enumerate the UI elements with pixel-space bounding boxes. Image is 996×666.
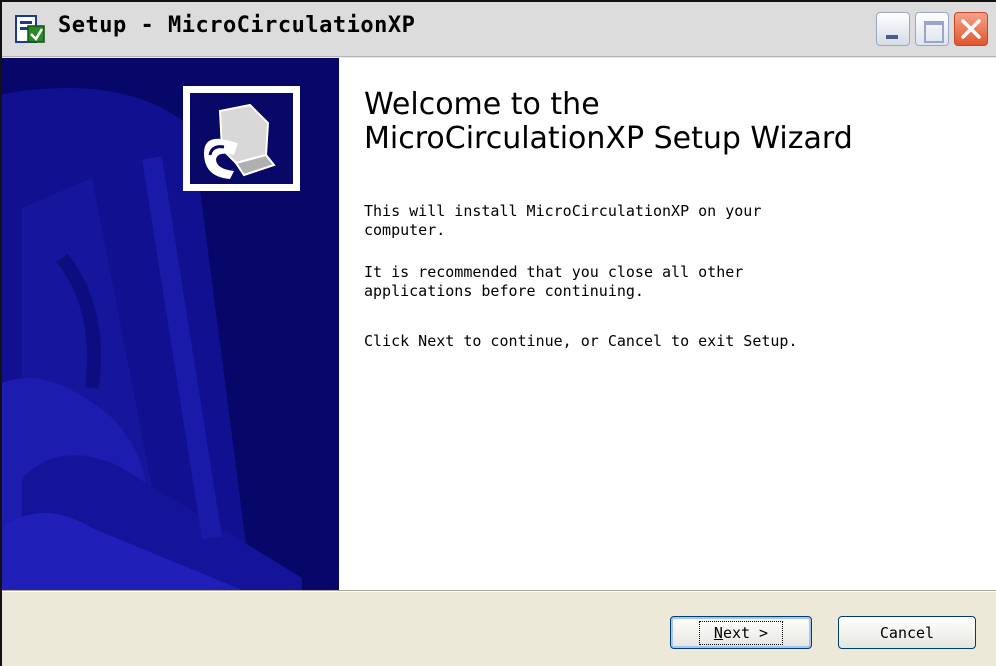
continue-instruction: Click Next to continue, or Cancel to exi… <box>364 332 798 350</box>
next-button[interactable]: Next > <box>670 616 812 649</box>
next-button-label: ext > <box>722 623 769 642</box>
window-title: Setup - MicroCirculationXP <box>58 13 416 38</box>
banner-logo <box>183 86 300 191</box>
close-apps-line2: applications before continuing. <box>364 282 644 300</box>
title-bar[interactable]: Setup - MicroCirculationXP <box>2 2 996 57</box>
maximize-button[interactable] <box>915 12 949 46</box>
wizard-banner <box>2 58 339 590</box>
computer-installer-icon <box>204 103 276 179</box>
close-apps-recommendation: It is recommended that you close all oth… <box>364 263 964 301</box>
next-button-focus-rect: Next > <box>698 620 784 645</box>
install-description: This will install MicroCirculationXP on … <box>364 202 964 240</box>
minimize-button[interactable] <box>876 12 910 46</box>
close-button[interactable] <box>954 12 988 46</box>
wizard-footer: Next > Cancel <box>2 592 996 666</box>
setup-installer-icon[interactable] <box>14 12 46 46</box>
welcome-heading: Welcome to the MicroCirculationXP Setup … <box>364 88 984 156</box>
next-button-mnemonic: N <box>713 623 723 642</box>
wizard-content: Welcome to the MicroCirculationXP Setup … <box>339 58 996 590</box>
close-icon <box>961 19 981 39</box>
cancel-button[interactable]: Cancel <box>838 616 976 649</box>
welcome-heading-line2: MicroCirculationXP Setup Wizard <box>364 121 853 156</box>
close-apps-line1: It is recommended that you close all oth… <box>364 263 744 281</box>
welcome-heading-line1: Welcome to the <box>364 87 600 122</box>
setup-wizard-window: Setup - MicroCirculationXP Welcome to th… <box>0 0 996 666</box>
install-description-line2: computer. <box>364 221 446 239</box>
install-description-line1: This will install MicroCirculationXP on … <box>364 202 762 220</box>
